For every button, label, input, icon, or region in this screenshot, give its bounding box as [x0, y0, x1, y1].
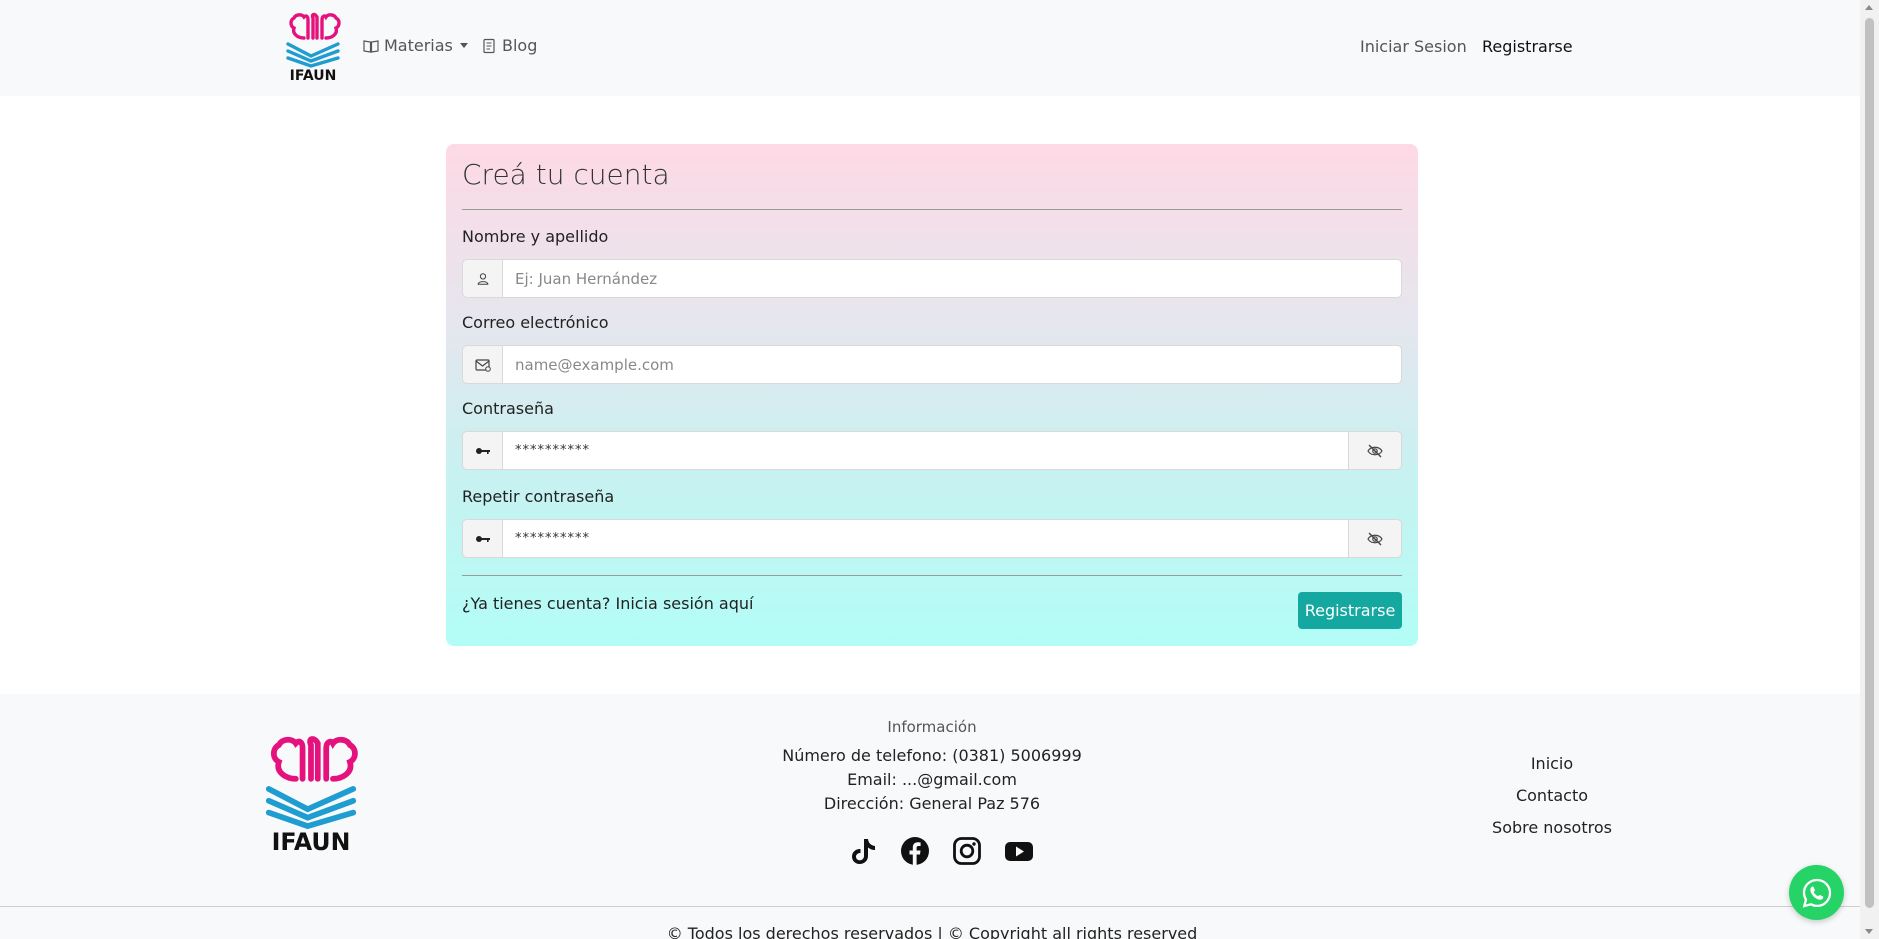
instagram-icon[interactable] — [952, 836, 982, 866]
social-links — [848, 836, 1034, 866]
ifaun-logo[interactable]: IFAUN — [284, 12, 342, 84]
info-title: Información — [887, 718, 977, 736]
repeat-password-input-group: ********** — [462, 519, 1402, 558]
register-form-card: Creá tu cuenta Nombre y apellido Ej: Jua… — [446, 144, 1418, 646]
login-link[interactable]: Iniciar Sesion — [1360, 37, 1467, 56]
facebook-icon[interactable] — [900, 836, 930, 866]
svg-text:IFAUN: IFAUN — [272, 828, 351, 854]
navbar: IFAUN Materias Blog Iniciar Sesion Regis… — [0, 0, 1860, 96]
repeat-password-input[interactable]: ********** — [503, 519, 1349, 558]
scroll-up-arrow[interactable] — [1865, 5, 1873, 10]
repeat-password-label: Repetir contraseña — [462, 487, 615, 506]
register-link[interactable]: Registrarse — [1482, 37, 1573, 56]
eye-slash-icon — [1367, 444, 1383, 457]
eye-slash-icon — [1367, 532, 1383, 545]
key-icon — [462, 519, 503, 558]
footer-link-sobre-nosotros[interactable]: Sobre nosotros — [1452, 818, 1652, 837]
nav-blog-link[interactable]: Blog — [481, 36, 537, 55]
password-input-group: ********** — [462, 431, 1402, 470]
scroll-thumb[interactable] — [1865, 18, 1874, 908]
divider — [462, 575, 1402, 576]
youtube-icon[interactable] — [1004, 836, 1034, 866]
divider — [0, 906, 1860, 907]
nav-materias-label: Materias — [384, 36, 453, 55]
footer: IFAUN Información Número de telefono: (0… — [0, 694, 1860, 939]
email-input-group: name@example.com — [462, 345, 1402, 384]
form-title: Creá tu cuenta — [462, 158, 670, 191]
scrollbar[interactable] — [1860, 0, 1879, 939]
name-input[interactable]: Ej: Juan Hernández — [503, 259, 1402, 298]
name-label: Nombre y apellido — [462, 227, 609, 246]
tiktok-icon[interactable] — [848, 836, 878, 866]
scroll-down-arrow[interactable] — [1865, 929, 1873, 934]
footer-link-inicio[interactable]: Inicio — [1452, 754, 1652, 773]
password-input[interactable]: ********** — [503, 431, 1349, 470]
envelope-icon — [462, 345, 503, 384]
name-input-group: Ej: Juan Hernández — [462, 259, 1402, 298]
key-icon — [462, 431, 503, 470]
already-have-account-link[interactable]: ¿Ya tienes cuenta? Inicia sesión aquí — [462, 594, 753, 613]
toggle-repeat-password-button[interactable] — [1349, 519, 1402, 558]
whatsapp-icon — [1802, 878, 1831, 908]
copyright-text: © Todos los derechos reservados | © Copy… — [666, 924, 1198, 939]
divider — [462, 209, 1402, 210]
whatsapp-button[interactable] — [1789, 865, 1844, 920]
person-icon — [462, 259, 503, 298]
svg-text:IFAUN: IFAUN — [290, 68, 337, 82]
email-input[interactable]: name@example.com — [503, 345, 1402, 384]
chevron-down-icon — [459, 43, 468, 48]
password-label: Contraseña — [462, 399, 554, 418]
document-icon — [483, 38, 495, 53]
footer-link-contacto[interactable]: Contacto — [1452, 786, 1652, 805]
book-icon — [363, 39, 379, 53]
toggle-password-button[interactable] — [1349, 431, 1402, 470]
nav-blog-label: Blog — [502, 36, 538, 55]
email-label: Correo electrónico — [462, 313, 609, 332]
register-submit-button[interactable]: Registrarse — [1298, 592, 1402, 629]
nav-materias-dropdown[interactable]: Materias — [363, 36, 468, 55]
